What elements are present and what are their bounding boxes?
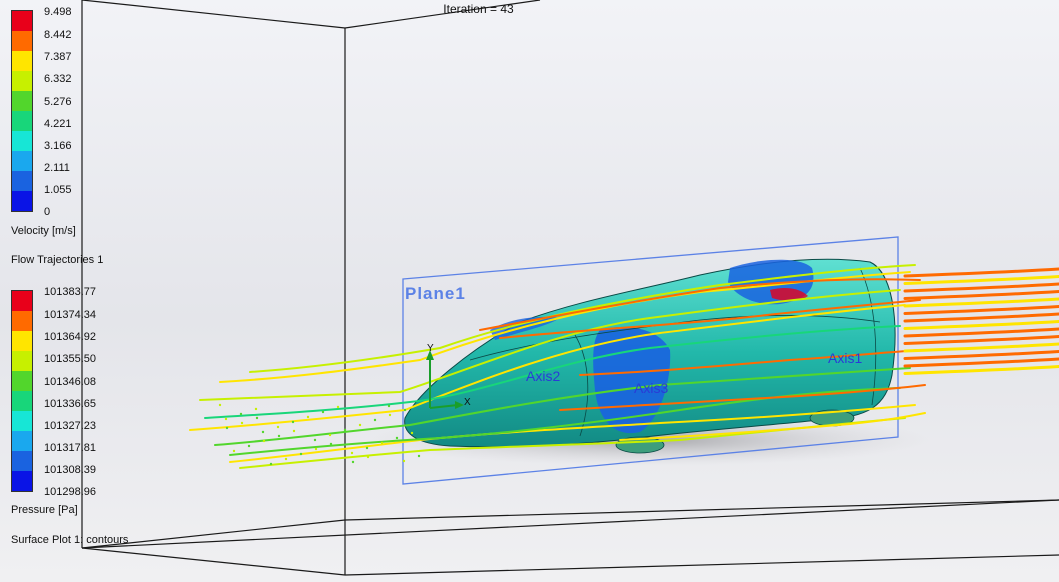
velocity-tick: 9.498: [44, 6, 72, 18]
flow-particle: [291, 420, 295, 424]
triad-x-label: X: [464, 397, 471, 408]
flow-particle: [218, 403, 222, 407]
flow-particle: [366, 455, 370, 459]
flow-particle: [329, 442, 333, 446]
flow-particle: [292, 429, 296, 433]
pressure-tick: 101346.08: [44, 376, 96, 388]
flow-particle: [240, 421, 244, 425]
flow-particle: [403, 408, 407, 412]
flow-particle: [350, 451, 354, 455]
wake-trajectory-line: [903, 312, 1059, 323]
velocity-tick: 0: [44, 206, 51, 218]
velocity-tick: 3.166: [44, 140, 72, 152]
flow-particle: [343, 428, 347, 432]
pressure-tick: 101298.96: [44, 486, 96, 498]
flow-particle: [284, 457, 288, 461]
flow-particle: [336, 405, 340, 409]
flow-particle: [276, 425, 280, 429]
pressure-tick: 101317.81: [44, 442, 96, 454]
flow-simulation-scene[interactable]: [0, 0, 1059, 582]
wake-trajectory-line: [903, 320, 1059, 330]
wake-trajectory-line: [903, 335, 1059, 345]
wake-trajectory-line: [903, 297, 1059, 308]
velocity-tick: 2.111: [44, 162, 70, 174]
flow-particle: [277, 434, 281, 438]
wake-trajectory-line: [903, 275, 1059, 285]
flow-particle: [255, 416, 259, 420]
graphics-viewport[interactable]: Iteration = 43 9.498 8.442 7.387 6.332 5…: [0, 0, 1059, 582]
flow-trajectories-label: Flow Trajectories 1: [11, 254, 104, 266]
flow-particle: [306, 415, 310, 419]
axis3-label[interactable]: Axis3: [634, 380, 668, 396]
flow-particle: [358, 423, 362, 427]
velocity-color-scale: [11, 10, 33, 212]
flow-particle: [365, 446, 369, 450]
velocity-tick: 8.442: [44, 29, 72, 41]
surface-plot-label: Surface Plot 1: contours: [11, 534, 129, 546]
velocity-tick: 1.055: [44, 184, 72, 196]
flow-particle: [314, 447, 318, 451]
velocity-tick: 7.387: [44, 51, 72, 63]
iteration-counter: Iteration = 43: [443, 2, 514, 16]
velocity-tick: 4.221: [44, 118, 72, 130]
flow-particle: [402, 459, 406, 463]
flow-particle: [417, 454, 421, 458]
flow-particle: [239, 412, 243, 416]
flow-particle: [313, 438, 317, 442]
flow-particle: [269, 462, 273, 466]
wake-trajectory-line: [903, 267, 1059, 278]
velocity-tick: 5.276: [44, 96, 72, 108]
pressure-legend-title: Pressure [Pa]: [11, 504, 78, 516]
flow-particle: [224, 417, 228, 421]
pressure-tick: 101308.39: [44, 464, 96, 476]
triad-y-label: Y: [427, 343, 434, 354]
axis2-label[interactable]: Axis2: [526, 368, 560, 384]
pressure-tick: 101364.92: [44, 331, 96, 343]
plane1-label[interactable]: Plane1: [405, 284, 466, 304]
pressure-tick: 101336.65: [44, 398, 96, 410]
flow-particle: [262, 439, 266, 443]
flow-particle: [232, 449, 236, 453]
flow-particle: [351, 460, 355, 464]
flow-particle: [410, 431, 414, 435]
velocity-legend-title: Velocity [m/s]: [11, 225, 76, 237]
axis1-label[interactable]: Axis1: [828, 350, 862, 366]
flow-particle: [395, 436, 399, 440]
wake-trajectory-line: [903, 290, 1059, 300]
pressure-color-scale: [11, 290, 33, 492]
flow-particle: [247, 444, 251, 448]
flow-particle: [321, 410, 325, 414]
pressure-tick: 101383.77: [44, 286, 96, 298]
wake-trajectory-line: [903, 305, 1059, 315]
flow-particle: [261, 430, 265, 434]
wake-trajectory-line: [903, 357, 1059, 368]
flow-particle: [299, 452, 303, 456]
computational-domain-box: [81, 0, 1059, 576]
pressure-tick: 101374.34: [44, 309, 96, 321]
pressure-tick: 101355.50: [44, 353, 96, 365]
wake-trajectory-line: [903, 282, 1059, 293]
wake-trajectory-line: [903, 365, 1059, 375]
flow-particle: [373, 418, 377, 422]
velocity-tick: 6.332: [44, 73, 72, 85]
flow-particle: [254, 407, 258, 411]
flow-particle: [225, 426, 229, 430]
flow-particle: [328, 433, 332, 437]
flow-particle: [388, 413, 392, 417]
wake-trajectory-line: [903, 327, 1059, 338]
flow-particle: [380, 441, 384, 445]
flow-particle: [387, 404, 391, 408]
pressure-tick: 101327.23: [44, 420, 96, 432]
wake-trajectory-line: [903, 350, 1059, 360]
wake-trajectory-line: [903, 342, 1059, 353]
